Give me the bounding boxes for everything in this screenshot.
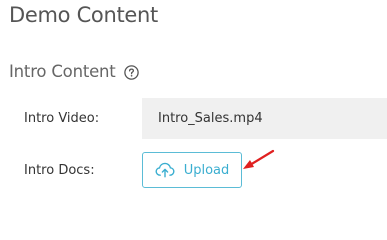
cloud-upload-icon (155, 162, 175, 178)
intro-docs-label: Intro Docs: (24, 163, 95, 178)
intro-video-value: Intro_Sales.mp4 (142, 98, 387, 139)
page-title: Demo Content (9, 3, 158, 27)
section-heading: Intro Content (9, 62, 139, 81)
intro-video-filename: Intro_Sales.mp4 (158, 111, 263, 126)
upload-button[interactable]: Upload (142, 152, 242, 188)
red-arrow-icon (243, 149, 275, 169)
upload-button-label: Upload (183, 162, 230, 178)
help-icon[interactable] (123, 65, 139, 80)
section-heading-label: Intro Content (9, 62, 116, 81)
intro-video-label: Intro Video: (24, 111, 100, 126)
